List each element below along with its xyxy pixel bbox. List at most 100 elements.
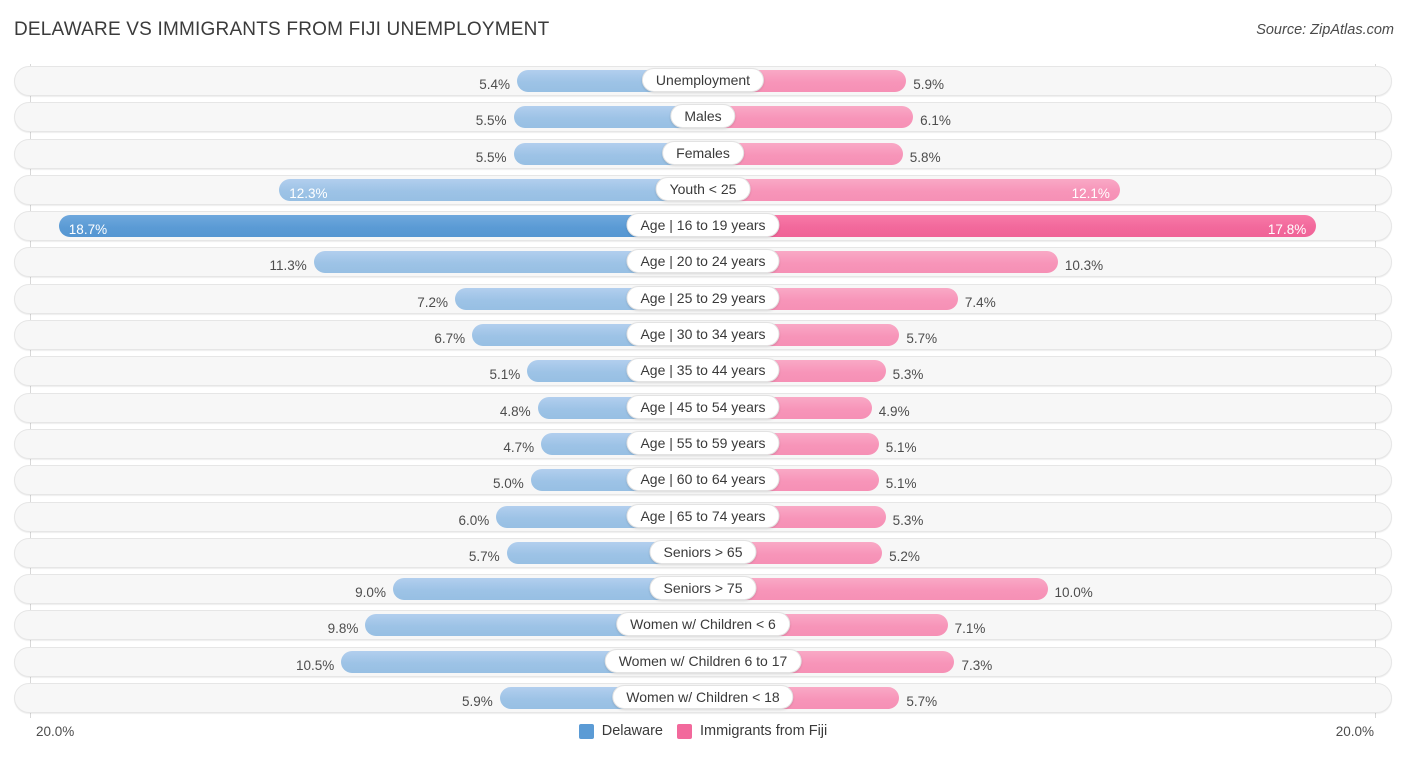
bar-value-immigrants-from-fiji: 10.0% xyxy=(1054,585,1093,601)
chart-row: 5.1% 5.3% Age | 35 to 44 years xyxy=(14,354,1392,390)
bar-value-immigrants-from-fiji: 5.7% xyxy=(906,331,938,347)
row-right-half: 5.1% xyxy=(703,429,1392,459)
row-left-half: 11.3% xyxy=(14,247,703,277)
row-left-half: 5.5% xyxy=(14,102,703,132)
row-left-half: 5.1% xyxy=(14,356,703,386)
chart-row: 6.7% 5.7% Age | 30 to 34 years xyxy=(14,318,1392,354)
row-left-half: 9.8% xyxy=(14,610,703,640)
bar-value-immigrants-from-fiji: 5.1% xyxy=(885,439,917,455)
row-left-half: 6.7% xyxy=(14,320,703,350)
chart-row: 5.4% 5.9% Unemployment xyxy=(14,64,1392,100)
source-attribution: Source: ZipAtlas.com xyxy=(1256,22,1394,38)
bar-value-delaware: 5.0% xyxy=(492,476,524,492)
legend-label: Immigrants from Fiji xyxy=(699,723,828,739)
bar-value-delaware: 5.7% xyxy=(468,548,500,564)
chart-row: 4.8% 4.9% Age | 45 to 54 years xyxy=(14,391,1392,427)
row-right-half: 7.3% xyxy=(703,647,1392,677)
row-right-half: 7.1% xyxy=(703,610,1392,640)
row-left-half: 4.7% xyxy=(14,429,703,459)
row-right-half: 5.3% xyxy=(703,356,1392,386)
bar-value-delaware: 4.8% xyxy=(499,403,531,419)
row-right-half: 4.9% xyxy=(703,393,1392,423)
bar-value-immigrants-from-fiji: 5.3% xyxy=(892,367,924,383)
row-left-half: 5.4% xyxy=(14,66,703,96)
row-right-half: 5.3% xyxy=(703,502,1392,532)
row-category-label: Age | 45 to 54 years xyxy=(626,394,780,419)
chart-row: 5.5% 6.1% Males xyxy=(14,100,1392,136)
bar-value-delaware: 5.5% xyxy=(475,113,507,129)
bar-value-delaware: 9.0% xyxy=(355,585,386,601)
row-category-label: Seniors > 65 xyxy=(649,539,757,564)
bar-immigrants-from-fiji: 12.1% xyxy=(703,178,1120,201)
bar-value-immigrants-from-fiji: 5.1% xyxy=(885,476,917,492)
bar-value-immigrants-from-fiji: 4.9% xyxy=(878,403,910,419)
row-category-label: Age | 65 to 74 years xyxy=(626,503,780,528)
row-category-label: Age | 20 to 24 years xyxy=(626,249,780,274)
bar-value-delaware: 12.3% xyxy=(289,185,328,201)
row-right-half: 7.4% xyxy=(703,284,1392,314)
row-right-half: 10.0% xyxy=(703,574,1392,604)
bar-value-immigrants-from-fiji: 17.8% xyxy=(1267,222,1307,238)
chart-footer: 20.0% 20.0% Delaware Immigrants from Fiji xyxy=(14,718,1392,750)
legend-label: Delaware xyxy=(601,723,663,739)
row-category-label: Women w/ Children < 18 xyxy=(612,685,794,710)
row-right-half: 12.1% xyxy=(703,175,1392,205)
bar-value-immigrants-from-fiji: 12.1% xyxy=(1071,185,1110,201)
bar-value-delaware: 5.4% xyxy=(479,77,510,92)
bar-value-immigrants-from-fiji: 5.3% xyxy=(892,512,924,528)
row-right-half: 6.1% xyxy=(703,102,1392,132)
chart-row: 11.3% 10.3% Age | 20 to 24 years xyxy=(14,245,1392,281)
legend-swatch-icon xyxy=(676,723,692,739)
page-title: DELAWARE VS IMMIGRANTS FROM FIJI UNEMPLO… xyxy=(14,19,550,40)
row-category-label: Age | 25 to 29 years xyxy=(626,285,780,310)
bar-delaware: 18.7% xyxy=(58,215,703,238)
chart-row: 5.9% 5.7% Women w/ Children < 18 xyxy=(14,681,1392,717)
row-right-half: 5.8% xyxy=(703,139,1392,169)
row-left-half: 4.8% xyxy=(14,393,703,423)
row-left-half: 7.2% xyxy=(14,284,703,314)
chart-legend: Delaware Immigrants from Fiji xyxy=(14,723,1392,739)
bar-value-delaware: 5.5% xyxy=(475,149,507,165)
row-category-label: Age | 30 to 34 years xyxy=(626,322,780,347)
bar-value-immigrants-from-fiji: 5.9% xyxy=(913,77,945,92)
bar-value-immigrants-from-fiji: 7.1% xyxy=(954,621,986,637)
row-category-label: Age | 16 to 19 years xyxy=(626,213,780,238)
bar-immigrants-from-fiji: 17.8% xyxy=(703,215,1317,238)
chart-rows: 5.4% 5.9% Unemployment 5.5% 6.1% Males 5.5% 5.8… xyxy=(14,64,1392,717)
legend-item: Immigrants from Fiji xyxy=(676,723,828,739)
bar-value-immigrants-from-fiji: 7.3% xyxy=(961,657,993,673)
row-right-half: 10.3% xyxy=(703,247,1392,277)
row-right-half: 5.1% xyxy=(703,465,1392,495)
row-right-half: 5.2% xyxy=(703,538,1392,568)
row-category-label: Seniors > 75 xyxy=(649,576,757,601)
bar-value-delaware: 10.5% xyxy=(296,657,335,673)
row-category-label: Age | 35 to 44 years xyxy=(626,358,780,383)
row-right-half: 5.9% xyxy=(703,66,1392,96)
chart-row: 5.7% 5.2% Seniors > 65 xyxy=(14,536,1392,572)
row-left-half: 5.7% xyxy=(14,538,703,568)
row-left-half: 6.0% xyxy=(14,502,703,532)
chart-row: 6.0% 5.3% Age | 65 to 74 years xyxy=(14,500,1392,536)
chart-row: 4.7% 5.1% Age | 55 to 59 years xyxy=(14,427,1392,463)
chart-row: 9.8% 7.1% Women w/ Children < 6 xyxy=(14,608,1392,644)
bar-value-delaware: 5.1% xyxy=(489,367,521,383)
row-left-half: 5.5% xyxy=(14,139,703,169)
chart-row: 7.2% 7.4% Age | 25 to 29 years xyxy=(14,282,1392,318)
row-category-label: Age | 55 to 59 years xyxy=(626,430,780,455)
bar-delaware: 12.3% xyxy=(279,178,703,201)
row-category-label: Males xyxy=(670,104,736,129)
row-left-half: 10.5% xyxy=(14,647,703,677)
bar-value-delaware: 4.7% xyxy=(503,439,535,455)
row-left-half: 5.0% xyxy=(14,465,703,495)
row-left-half: 5.9% xyxy=(14,683,703,713)
bar-value-immigrants-from-fiji: 5.7% xyxy=(906,694,938,710)
bar-value-immigrants-from-fiji: 5.2% xyxy=(889,548,920,564)
row-left-half: 18.7% xyxy=(14,211,703,241)
chart-page: DELAWARE VS IMMIGRANTS FROM FIJI UNEMPLO… xyxy=(0,0,1406,757)
bar-value-immigrants-from-fiji: 7.4% xyxy=(964,294,996,310)
bar-value-immigrants-from-fiji: 6.1% xyxy=(920,113,951,129)
bar-value-immigrants-from-fiji: 5.8% xyxy=(909,149,941,165)
row-category-label: Women w/ Children 6 to 17 xyxy=(604,648,802,673)
bar-value-delaware: 6.0% xyxy=(458,512,490,528)
chart-row: 18.7% 17.8% Age | 16 to 19 years xyxy=(14,209,1392,245)
